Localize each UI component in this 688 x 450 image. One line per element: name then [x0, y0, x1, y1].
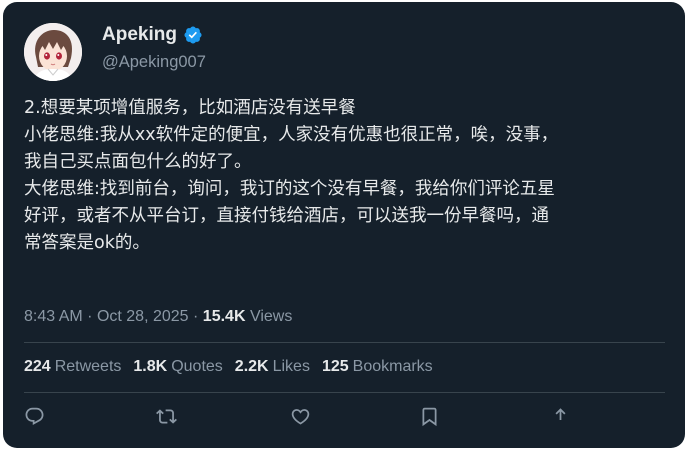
divider — [24, 342, 665, 343]
display-name[interactable]: Apeking — [102, 24, 177, 46]
likes-label: Likes — [272, 358, 310, 375]
meta-separator: · — [193, 308, 203, 325]
action-bar — [3, 404, 685, 434]
likes-count: 2.2K — [234, 358, 269, 375]
share-icon — [555, 407, 565, 420]
tweet-line: 2.想要某项增值服务，比如酒店没有送早餐 — [24, 98, 356, 118]
bookmark-icon — [422, 407, 436, 426]
like-button[interactable] — [288, 404, 312, 428]
tweet-line: 大佬思维:找到前台，询问，我订的这个没有早餐，我给你们评论五星 — [24, 179, 555, 199]
tweet-line: 好评，或者不从平台订，直接付钱给酒店，可以送我一份早餐吗，通 — [24, 206, 549, 226]
retweets-label: Retweets — [54, 358, 122, 375]
bookmark-button[interactable] — [417, 404, 441, 428]
likes-stat[interactable]: 2.2K Likes — [235, 358, 310, 376]
avatar-illustration — [24, 23, 82, 81]
retweets-count: 224 — [24, 358, 51, 375]
bookmarks-stat[interactable]: 125 Bookmarks — [322, 358, 433, 376]
tweet-time[interactable]: 8:43 AM — [24, 308, 83, 325]
tweet-date[interactable]: Oct 28, 2025 — [97, 308, 189, 325]
retweet-icon — [155, 408, 177, 424]
views-label: Views — [249, 308, 293, 325]
tweet-line: 常答案是ok的。 — [24, 233, 150, 253]
reply-button[interactable] — [22, 404, 46, 428]
engagement-stats: 224 Retweets 1.8K Quotes 2.2K Likes 125 Book… — [24, 358, 433, 376]
like-icon — [291, 408, 309, 425]
views-count: 15.4K — [202, 308, 246, 325]
retweet-button[interactable] — [154, 404, 178, 428]
bookmarks-label: Bookmarks — [352, 358, 433, 375]
reply-icon — [25, 407, 43, 425]
tweet-card: Apeking @Apeking007 2.想要某项增值服务，比如酒店没有送早餐… — [3, 2, 685, 448]
divider — [24, 392, 665, 393]
quotes-label: Quotes — [171, 358, 223, 375]
tweet-line: 我自己买点面包什么的好了。 — [24, 152, 252, 172]
verified-badge-icon — [183, 25, 203, 45]
quotes-count: 1.8K — [133, 358, 168, 375]
tweet-line: 小佬思维:我从xx软件定的便宜，人家没有优惠也很正常，唉，没事， — [24, 125, 559, 145]
tweet-meta: 8:43 AM · Oct 28, 2025 · 15.4K Views — [24, 308, 292, 326]
retweets-stat[interactable]: 224 Retweets — [24, 358, 121, 376]
meta-separator: · — [87, 308, 97, 325]
tweet-text: 2.想要某项增值服务，比如酒店没有送早餐 小佬思维:我从xx软件定的便宜，人家没… — [24, 95, 674, 257]
bookmarks-count: 125 — [321, 358, 349, 375]
author-handle[interactable]: @Apeking007 — [102, 53, 206, 72]
author-name-row: Apeking — [102, 24, 203, 46]
quotes-stat[interactable]: 1.8K Quotes — [133, 358, 222, 376]
avatar[interactable] — [24, 23, 82, 81]
share-button[interactable] — [548, 404, 572, 428]
